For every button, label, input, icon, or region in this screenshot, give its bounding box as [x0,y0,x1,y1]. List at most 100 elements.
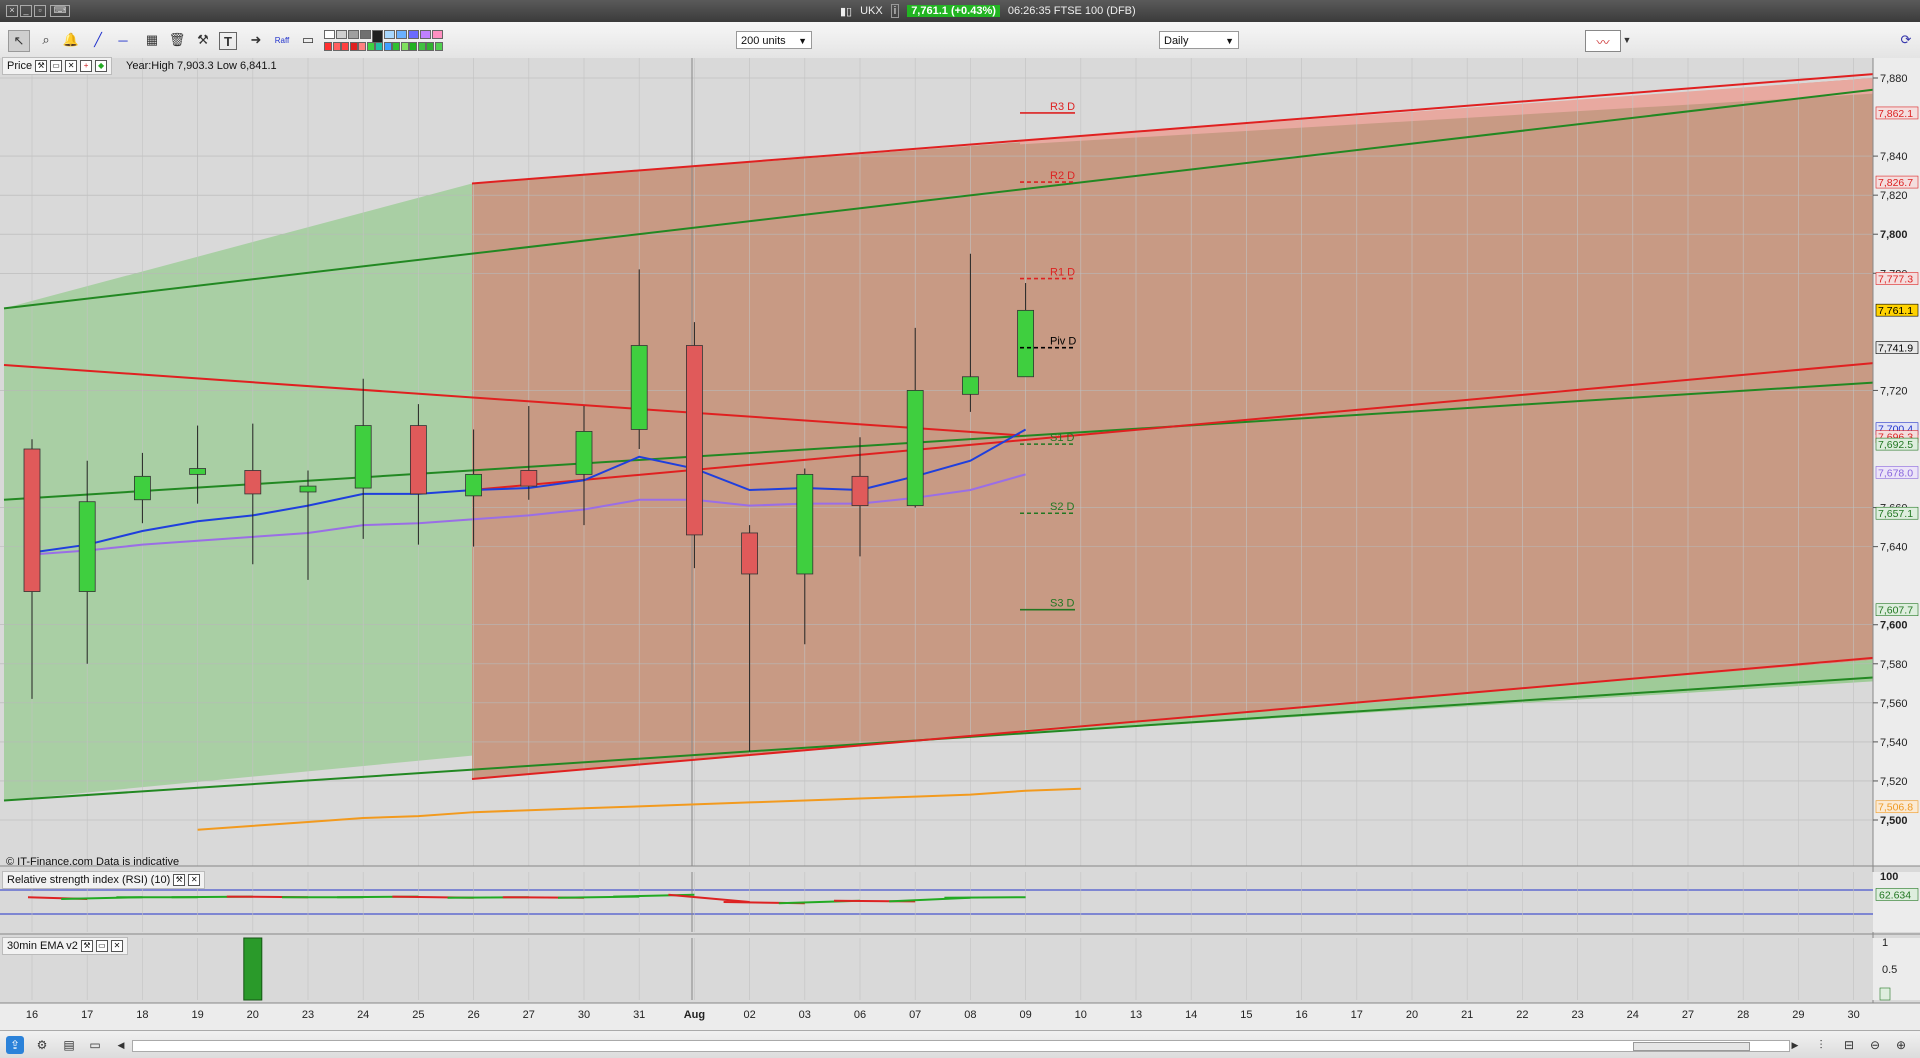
ema-value-box [1879,987,1891,1001]
x-axis-label: Aug [684,1009,705,1021]
pivot-label: R3 D [1050,101,1075,113]
raff-channel-tool-icon[interactable]: Raff [272,30,292,50]
rsi-line-segment [392,895,474,899]
price-tag-label: 7,700.4 [1878,424,1913,436]
rectangle-tool-icon[interactable]: ▭ [298,30,318,50]
period-select[interactable]: Daily ▼ [1159,31,1239,49]
close-panel-icon[interactable]: ✕ [188,874,201,886]
price-tag-label: 7,777.3 [1878,274,1913,286]
indicators-icon[interactable]: 〰 [1585,30,1621,52]
horizontal-scrollbar[interactable] [132,1040,1790,1052]
settings-tool-icon[interactable]: ⚒ [193,30,213,50]
info-icon[interactable]: i [890,4,900,18]
close-panel-icon[interactable]: ✕ [65,60,78,72]
x-axis-labels: 16 17 18 19 20 23 24 25 26 27 30 31 Aug 02 03 06 07 08 09 1… [0,1002,1920,1030]
price-axis-label: 7,640 [1880,542,1908,554]
close-panel-icon[interactable]: ✕ [110,940,123,952]
scrollbar-thumb[interactable] [1633,1042,1750,1051]
price-tag-label: 7,761.1 [1878,305,1913,317]
price-axis-label: 7,820 [1880,190,1908,202]
color-swatch[interactable] [417,42,426,51]
candle-body [796,473,814,575]
window-icon[interactable]: ▭ [50,60,63,72]
color-swatch[interactable] [360,30,371,39]
color-swatch[interactable] [336,30,347,39]
chart-type-icon[interactable]: ⫶ [1812,1036,1830,1054]
price-axis-label: 7,540 [1880,737,1908,749]
add-indicator-icon[interactable]: + [80,60,93,72]
text-tool-icon[interactable]: T [219,32,237,50]
wrench-icon[interactable]: ⚒ [173,874,186,886]
x-axis-label: 06 [854,1009,866,1021]
color-swatch[interactable] [420,30,431,39]
candle-body [409,425,427,495]
fibonacci-tool-icon[interactable]: ▦ [142,30,162,50]
window-icon[interactable]: ▭ [86,1036,104,1054]
x-axis-label: 26 [467,1009,479,1021]
zoom-tool-icon[interactable]: ⌕ [36,30,56,50]
rsi-value-box [1875,888,1919,901]
units-value: 200 units [741,35,786,47]
minimize-window-icon[interactable]: _ [20,5,32,17]
price-tag-box [1875,603,1919,617]
share-icon[interactable]: ⇪ [6,1036,24,1054]
ema-axis-label: 0.5 [1882,964,1897,976]
wrench-icon[interactable]: ⚒ [80,940,93,952]
alert-bell-icon[interactable]: 🔔 [61,30,81,50]
color-swatch[interactable] [324,30,335,39]
restore-window-icon[interactable]: ▫ [34,5,46,17]
x-axis-label: 29 [1792,1009,1804,1021]
x-axis-label: 31 [633,1009,645,1021]
color-swatch[interactable] [409,42,417,51]
delete-tool-icon[interactable]: 🗑 [167,30,187,50]
color-swatch[interactable] [432,30,443,39]
fit-icon[interactable]: ⊟ [1840,1036,1858,1054]
layout-icon[interactable]: ▤ [60,1036,78,1054]
color-swatch[interactable] [392,42,400,51]
ema-axis-background [1873,938,1920,1000]
color-swatch[interactable] [349,42,358,51]
scroll-left-icon[interactable]: ◀ [112,1036,130,1054]
scroll-right-icon[interactable]: ▶ [1786,1036,1804,1054]
horizontal-line-tool-icon[interactable]: ─ [113,30,133,50]
arrow-tool-icon[interactable]: ➜ [246,30,266,50]
rsi-line-segment [613,893,695,898]
color-swatch[interactable] [348,30,359,39]
color-swatch[interactable] [358,42,366,51]
wrench-icon[interactable]: ⚒ [35,60,48,72]
units-select[interactable]: 200 units ▼ [736,31,812,49]
zoom-in-icon[interactable]: ⊕ [1892,1036,1910,1054]
color-swatch[interactable] [324,42,332,51]
color-swatch[interactable] [332,42,341,51]
close-window-icon[interactable]: × [6,5,18,17]
x-axis-label: 09 [1019,1009,1031,1021]
price-axis-label: 7,600 [1880,620,1908,632]
alert-icon[interactable]: ◆ [95,60,108,72]
color-swatch[interactable] [375,42,383,51]
color-swatch[interactable] [400,42,409,51]
price-tag-box [1875,506,1919,520]
color-swatch[interactable] [383,42,392,51]
color-swatch[interactable] [396,30,407,39]
price-tag-box [1875,422,1919,435]
window-icon[interactable]: ▭ [95,940,108,952]
refresh-icon[interactable]: ⟳ [1896,30,1916,50]
title-center: ▮▯ UKX i 7,761.1 (+0.43%) 06:26:35 FTSE … [840,4,1136,18]
price-tag-box [1875,175,1919,189]
pointer-tool-icon[interactable]: ↖ [8,30,30,52]
color-swatch[interactable] [366,42,375,51]
color-swatch[interactable] [384,30,395,39]
zoom-out-icon[interactable]: ⊖ [1866,1036,1884,1054]
settings-icon[interactable]: ⚙ [33,1036,51,1054]
color-swatch[interactable] [426,42,434,51]
color-swatch[interactable] [341,42,349,51]
trendline-tool-icon[interactable]: ╱ [88,30,108,50]
x-axis-label: 22 [1516,1009,1528,1021]
indicators-dropdown-icon[interactable]: ▼ [1617,30,1637,50]
keyboard-icon[interactable]: ⌨ [50,5,70,17]
color-swatch[interactable] [434,42,443,51]
x-axis-label: 23 [302,1009,314,1021]
price-axis-label: 7,660 [1880,503,1908,515]
copyright-label: © IT-Finance.com Data is indicative [6,856,180,868]
color-swatch[interactable] [408,30,419,39]
